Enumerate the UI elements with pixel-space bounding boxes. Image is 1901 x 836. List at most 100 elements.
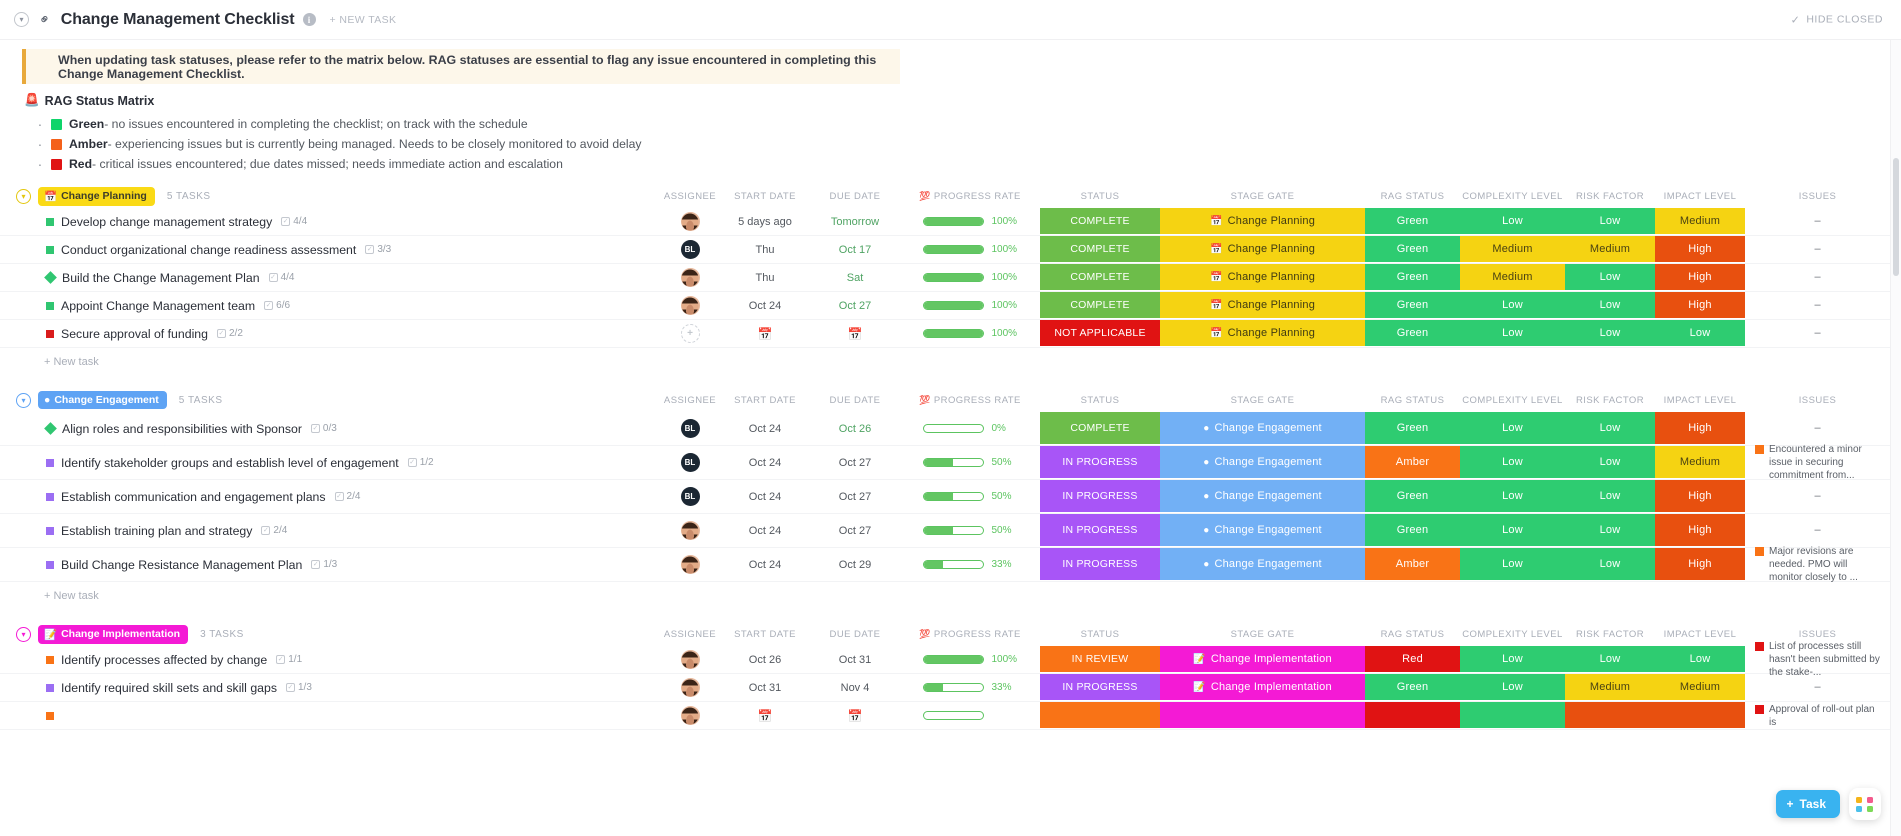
assignee-cell[interactable]: BL (660, 446, 720, 479)
col-header-due-date[interactable]: DUE DATE (810, 395, 900, 406)
status-cell[interactable]: IN PROGRESS (1040, 446, 1160, 479)
apps-grid-fab[interactable] (1849, 788, 1881, 820)
col-header-assignee[interactable]: ASSIGNEE (660, 629, 720, 640)
due-date-value[interactable]: Oct 31 (839, 654, 871, 666)
complexity-level-cell[interactable]: Low (1460, 480, 1565, 513)
add-task-fab[interactable]: + Task (1775, 790, 1840, 818)
stage-gate-cell[interactable]: 📝 Change Implementation (1160, 674, 1365, 701)
table-row[interactable]: Align roles and responsibilities with Sp… (0, 412, 1901, 446)
issues-cell[interactable]: Major revisions are needed. PMO will mon… (1745, 546, 1890, 583)
rag-status-cell[interactable] (1365, 702, 1460, 729)
avatar[interactable] (680, 650, 700, 669)
due-date-value[interactable]: Tomorrow (831, 216, 879, 228)
stage-gate-cell[interactable]: 📅 Change Planning (1160, 320, 1365, 347)
col-header-start-date[interactable]: START DATE (720, 191, 810, 202)
progress-bar[interactable] (922, 217, 984, 226)
assignee-cell[interactable] (660, 674, 720, 701)
task-name-cell[interactable] (0, 702, 660, 729)
avatar[interactable] (680, 268, 700, 287)
col-header-risk-factor[interactable]: RISK FACTOR (1565, 395, 1655, 406)
hide-closed-toggle[interactable]: ✓ HIDE CLOSED (1791, 13, 1883, 27)
due-date-cell[interactable]: Oct 26 (810, 412, 900, 445)
progress-bar[interactable] (922, 683, 984, 692)
start-date-cell[interactable]: Oct 26 (720, 646, 810, 673)
task-name-cell[interactable]: Identify required skill sets and skill g… (0, 674, 660, 701)
progress-bar[interactable] (922, 329, 984, 338)
start-date-value[interactable]: Oct 26 (749, 654, 781, 666)
col-header-progress-rate[interactable]: 💯 PROGRESS RATE (900, 629, 1040, 640)
impact-level-cell[interactable]: High (1655, 514, 1745, 547)
complexity-level-cell[interactable]: Low (1460, 320, 1565, 347)
issues-cell[interactable]: – (1745, 514, 1890, 547)
start-date-value[interactable]: Oct 31 (749, 682, 781, 694)
status-cell[interactable]: COMPLETE (1040, 208, 1160, 235)
rag-status-cell[interactable]: Amber (1365, 548, 1460, 581)
due-date-cell[interactable]: Nov 4 (810, 674, 900, 701)
issues-cell[interactable]: – (1745, 480, 1890, 513)
stage-gate-cell[interactable]: ● Change Engagement (1160, 480, 1365, 513)
progress-rate-cell[interactable]: 100% (900, 320, 1040, 347)
col-header-complexity-level[interactable]: COMPLEXITY LEVEL (1460, 191, 1565, 202)
priority-flag-icon[interactable] (46, 329, 54, 338)
col-header-rag-status[interactable]: RAG STATUS (1365, 191, 1460, 202)
col-header-issues[interactable]: ISSUES (1745, 629, 1890, 640)
priority-flag-icon[interactable] (46, 458, 54, 467)
table-row[interactable]: Conduct organizational change readiness … (0, 236, 1901, 264)
table-row[interactable]: 📅 📅 Approval of roll-out plan is (0, 702, 1901, 730)
col-header-rag-status[interactable]: RAG STATUS (1365, 395, 1460, 406)
task-name-cell[interactable]: Secure approval of funding ✓ 2/2 (0, 320, 660, 347)
complexity-level-cell[interactable] (1460, 702, 1565, 729)
issue-text[interactable]: Approval of roll-out plan is (1755, 703, 1880, 729)
start-date-cell[interactable]: Thu (720, 264, 810, 291)
task-name-cell[interactable]: Identify processes affected by change ✓ 1/… (0, 646, 660, 673)
col-header-issues[interactable]: ISSUES (1745, 395, 1890, 406)
start-date-value[interactable]: Thu (756, 244, 775, 256)
col-header-due-date[interactable]: DUE DATE (810, 191, 900, 202)
table-row[interactable]: Appoint Change Management team ✓ 6/6 Oct 24… (0, 292, 1901, 320)
issues-cell[interactable]: – (1745, 264, 1890, 291)
issues-cell[interactable]: – (1745, 320, 1890, 347)
impact-level-cell[interactable] (1655, 702, 1745, 729)
issues-cell[interactable]: – (1745, 208, 1890, 235)
col-header-complexity-level[interactable]: COMPLEXITY LEVEL (1460, 395, 1565, 406)
avatar[interactable] (680, 296, 700, 315)
complexity-level-cell[interactable]: Medium (1460, 264, 1565, 291)
status-cell[interactable]: COMPLETE (1040, 292, 1160, 319)
due-date-cell[interactable]: 📅 (810, 702, 900, 729)
col-header-status[interactable]: STATUS (1040, 629, 1160, 640)
avatar[interactable] (680, 555, 700, 574)
risk-factor-cell[interactable]: Low (1565, 208, 1655, 235)
priority-flag-icon[interactable] (46, 655, 54, 664)
progress-bar[interactable] (922, 458, 984, 467)
risk-factor-cell[interactable]: Low (1565, 480, 1655, 513)
col-header-impact-level[interactable]: IMPACT LEVEL (1655, 395, 1745, 406)
rag-status-cell[interactable]: Amber (1365, 446, 1460, 479)
impact-level-cell[interactable]: Medium (1655, 208, 1745, 235)
col-header-progress-rate[interactable]: 💯 PROGRESS RATE (900, 191, 1040, 202)
table-row[interactable]: Establish communication and engagement p… (0, 480, 1901, 514)
vertical-scrollbar-track[interactable] (1890, 40, 1901, 836)
impact-level-cell[interactable]: High (1655, 480, 1745, 513)
complexity-level-cell[interactable]: Low (1460, 446, 1565, 479)
avatar[interactable]: BL (680, 240, 700, 259)
start-date-cell[interactable]: Oct 24 (720, 480, 810, 513)
avatar[interactable]: BL (680, 487, 700, 506)
col-header-risk-factor[interactable]: RISK FACTOR (1565, 629, 1655, 640)
impact-level-cell[interactable]: Medium (1655, 674, 1745, 701)
rag-status-cell[interactable]: Green (1365, 320, 1460, 347)
assignee-cell[interactable] (660, 264, 720, 291)
assignee-add-icon[interactable]: + (680, 324, 700, 343)
collapse-all-chevron-icon[interactable]: ▾ (14, 12, 29, 27)
issue-text[interactable]: Encountered a minor issue in securing co… (1755, 443, 1880, 482)
progress-bar[interactable] (922, 273, 984, 282)
status-cell[interactable]: IN PROGRESS (1040, 548, 1160, 581)
status-cell[interactable] (1040, 702, 1160, 729)
stage-gate-cell[interactable]: ● Change Engagement (1160, 514, 1365, 547)
link-icon[interactable]: ⚭ (35, 9, 55, 29)
table-row[interactable]: Identify stakeholder groups and establis… (0, 443, 1901, 482)
impact-level-cell[interactable]: High (1655, 412, 1745, 445)
issues-cell[interactable]: – (1745, 236, 1890, 263)
group-collapse-chevron-icon[interactable]: ▾ (16, 188, 31, 204)
stage-gate-cell[interactable]: ● Change Engagement (1160, 548, 1365, 581)
priority-flag-icon[interactable] (46, 526, 54, 535)
